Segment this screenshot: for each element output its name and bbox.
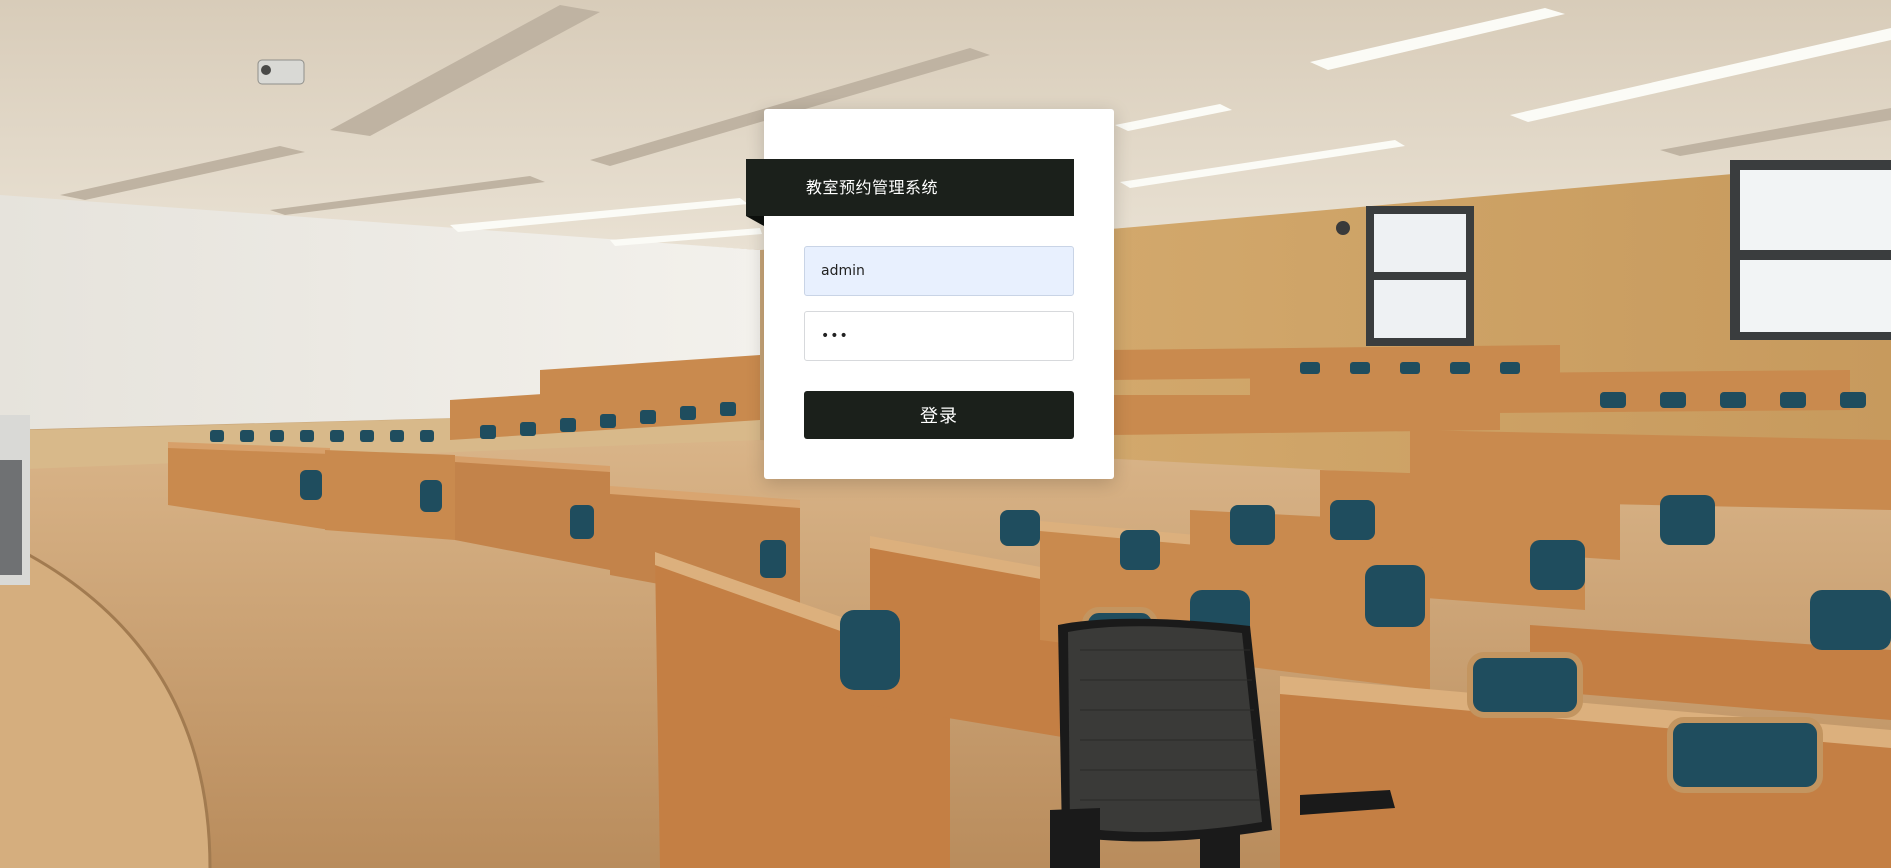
security-camera-icon xyxy=(257,59,305,85)
username-input[interactable] xyxy=(804,246,1074,296)
login-button[interactable]: 登录 xyxy=(804,391,1074,439)
ribbon-fold xyxy=(746,216,764,226)
login-card: 教室预约管理系统 登录 xyxy=(746,109,1114,479)
app-title: 教室预约管理系统 xyxy=(746,159,1074,216)
password-input[interactable] xyxy=(804,311,1074,361)
